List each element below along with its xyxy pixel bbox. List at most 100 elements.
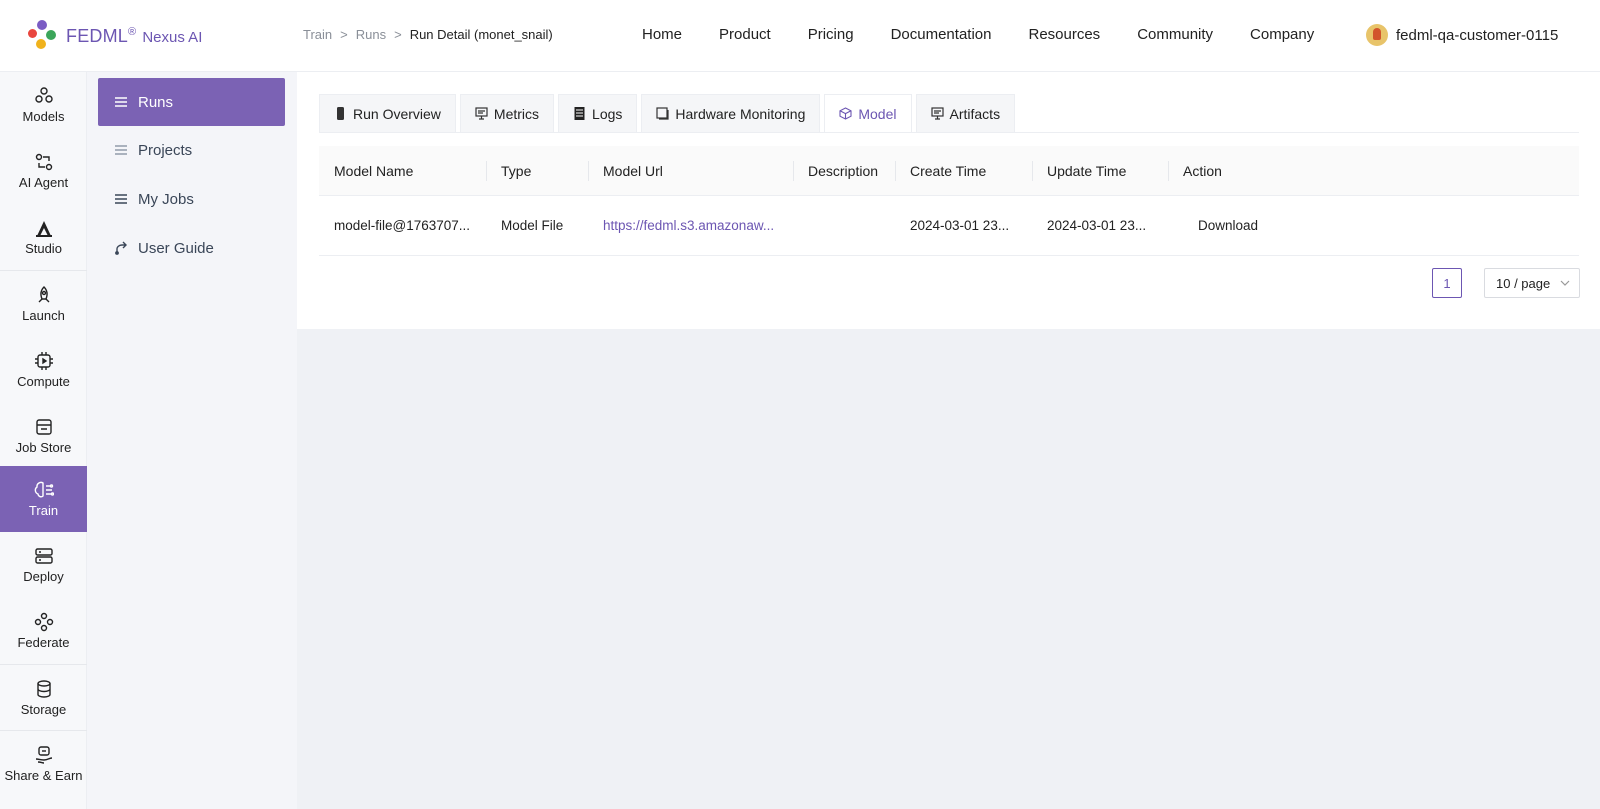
chevron-down-icon: [1560, 280, 1570, 286]
rail-label: AI Agent: [18, 175, 69, 190]
rail-item-federate[interactable]: Federate: [0, 598, 87, 664]
sidebar-item-projects[interactable]: Projects: [98, 126, 285, 174]
chip-icon: [34, 352, 53, 370]
rail-item-job-store[interactable]: Job Store: [0, 403, 87, 469]
nav-home[interactable]: Home: [642, 26, 682, 43]
studio-icon: [35, 221, 52, 237]
cube-icon: [839, 107, 852, 120]
top-nav: Home Product Pricing Documentation Resou…: [642, 26, 1314, 43]
monitor-icon: [930, 107, 944, 120]
column-header: Model Name: [334, 162, 414, 179]
document-icon: [574, 107, 585, 120]
sidebar-item-label: My Jobs: [138, 190, 194, 208]
tab-label: Logs: [592, 105, 623, 122]
rail-item-compute[interactable]: Compute: [0, 337, 87, 403]
federate-icon: [34, 612, 53, 632]
model-table: Model Name Type Model Url Description Cr…: [319, 146, 1579, 256]
tab-hardware-monitoring[interactable]: Hardware Monitoring: [641, 94, 821, 132]
product-name: Nexus AI: [142, 29, 203, 46]
breadcrumb-current: Run Detail (monet_snail): [409, 27, 553, 42]
run-detail-panel: Run Overview Metrics Logs Hardware Monit…: [297, 72, 1600, 329]
description-cell: [793, 196, 895, 255]
create-time-cell: 2024-03-01 23...: [910, 218, 1010, 233]
column-header: Action: [1168, 146, 1579, 195]
sidebar-item-my-jobs[interactable]: My Jobs: [98, 175, 285, 223]
rail-label: Launch: [22, 308, 65, 323]
type-cell: Model File: [501, 218, 564, 233]
rail-item-share-earn[interactable]: Share & Earn: [0, 731, 87, 797]
breadcrumb: Train > Runs > Run Detail (monet_snail): [303, 27, 553, 42]
nav-documentation[interactable]: Documentation: [891, 26, 992, 43]
column-header: Create Time: [895, 146, 1032, 195]
rail-label: Train: [28, 503, 59, 518]
logo-mark-icon: [26, 20, 58, 52]
rail-label: Models: [22, 109, 65, 124]
rail-item-models[interactable]: Models: [0, 72, 87, 138]
breadcrumb-separator: >: [340, 27, 348, 42]
server-icon: [34, 548, 53, 564]
download-button[interactable]: Download: [1168, 196, 1579, 255]
nav-community[interactable]: Community: [1137, 26, 1213, 43]
model-name-cell: model-file@1763707...: [334, 218, 471, 233]
rail-label: Storage: [20, 702, 67, 717]
rail-item-deploy[interactable]: Deploy: [0, 532, 87, 598]
rail-item-storage[interactable]: Storage: [0, 665, 87, 731]
monitor-icon: [475, 107, 488, 120]
main-content: Run Overview Metrics Logs Hardware Monit…: [297, 72, 1600, 809]
tab-model[interactable]: Model: [824, 94, 912, 132]
model-url-link[interactable]: https://fedml.s3.amazonaw...: [588, 196, 793, 255]
user-menu[interactable]: fedml-qa-customer-0115: [1366, 24, 1558, 46]
database-icon: [36, 680, 51, 698]
rocket-icon: [38, 286, 49, 303]
guide-icon: [115, 241, 127, 255]
list-icon: [115, 145, 127, 155]
logo[interactable]: FEDML® Nexus AI: [26, 20, 202, 52]
rail-label: Federate: [17, 635, 70, 650]
phone-icon: [337, 107, 344, 120]
nav-resources[interactable]: Resources: [1028, 26, 1100, 43]
page-size-value: 10 / page: [1496, 275, 1551, 291]
tab-bar: Run Overview Metrics Logs Hardware Monit…: [319, 94, 1016, 132]
window-icon: [656, 107, 670, 120]
top-header: FEDML® Nexus AI Train > Runs > Run Detai…: [0, 0, 1600, 72]
share-icon: [35, 746, 52, 764]
nav-product[interactable]: Product: [719, 26, 771, 43]
tab-label: Run Overview: [353, 105, 441, 122]
sidebar-item-label: Projects: [138, 141, 193, 159]
icon-rail: Models AI Agent Studio Launch Compute Jo…: [0, 72, 87, 809]
sidebar-item-runs[interactable]: Runs: [98, 78, 285, 126]
list-icon: [115, 97, 127, 107]
tab-artifacts[interactable]: Artifacts: [915, 94, 1016, 132]
tab-label: Artifacts: [949, 105, 1001, 122]
tab-metrics[interactable]: Metrics: [459, 94, 555, 132]
table-header: Model Name Type Model Url Description Cr…: [319, 146, 1579, 196]
rail-item-studio[interactable]: Studio: [0, 204, 87, 270]
rail-item-train[interactable]: Train: [0, 466, 87, 532]
rail-item-ai-agent[interactable]: AI Agent: [0, 138, 87, 204]
avatar: [1366, 24, 1388, 46]
brain-icon: [34, 481, 54, 498]
sidebar-item-user-guide[interactable]: User Guide: [98, 224, 285, 272]
rail-label: Compute: [17, 374, 70, 389]
models-icon: [34, 87, 53, 103]
tab-run-overview[interactable]: Run Overview: [319, 94, 456, 132]
column-header: Description: [793, 146, 895, 195]
column-header: Model Url: [588, 146, 793, 195]
table-row: model-file@1763707... Model File https:/…: [319, 196, 1579, 256]
tab-label: Hardware Monitoring: [675, 105, 806, 122]
nav-company[interactable]: Company: [1250, 26, 1314, 43]
tab-logs[interactable]: Logs: [558, 94, 638, 132]
secondary-sidebar: Runs Projects My Jobs User Guide: [87, 72, 297, 809]
tab-label: Model: [858, 105, 897, 122]
nav-pricing[interactable]: Pricing: [808, 26, 854, 43]
breadcrumb-train[interactable]: Train: [303, 27, 332, 42]
rail-label: Deploy: [23, 569, 64, 584]
list-icon: [115, 194, 127, 204]
page-number-button[interactable]: 1: [1432, 268, 1462, 298]
breadcrumb-runs[interactable]: Runs: [356, 27, 386, 42]
user-name: fedml-qa-customer-0115: [1396, 26, 1559, 44]
rail-label: Job Store: [15, 440, 72, 455]
rail-item-launch[interactable]: Launch: [0, 271, 87, 337]
page-size-select[interactable]: 10 / page: [1484, 268, 1580, 298]
store-icon: [35, 419, 52, 435]
